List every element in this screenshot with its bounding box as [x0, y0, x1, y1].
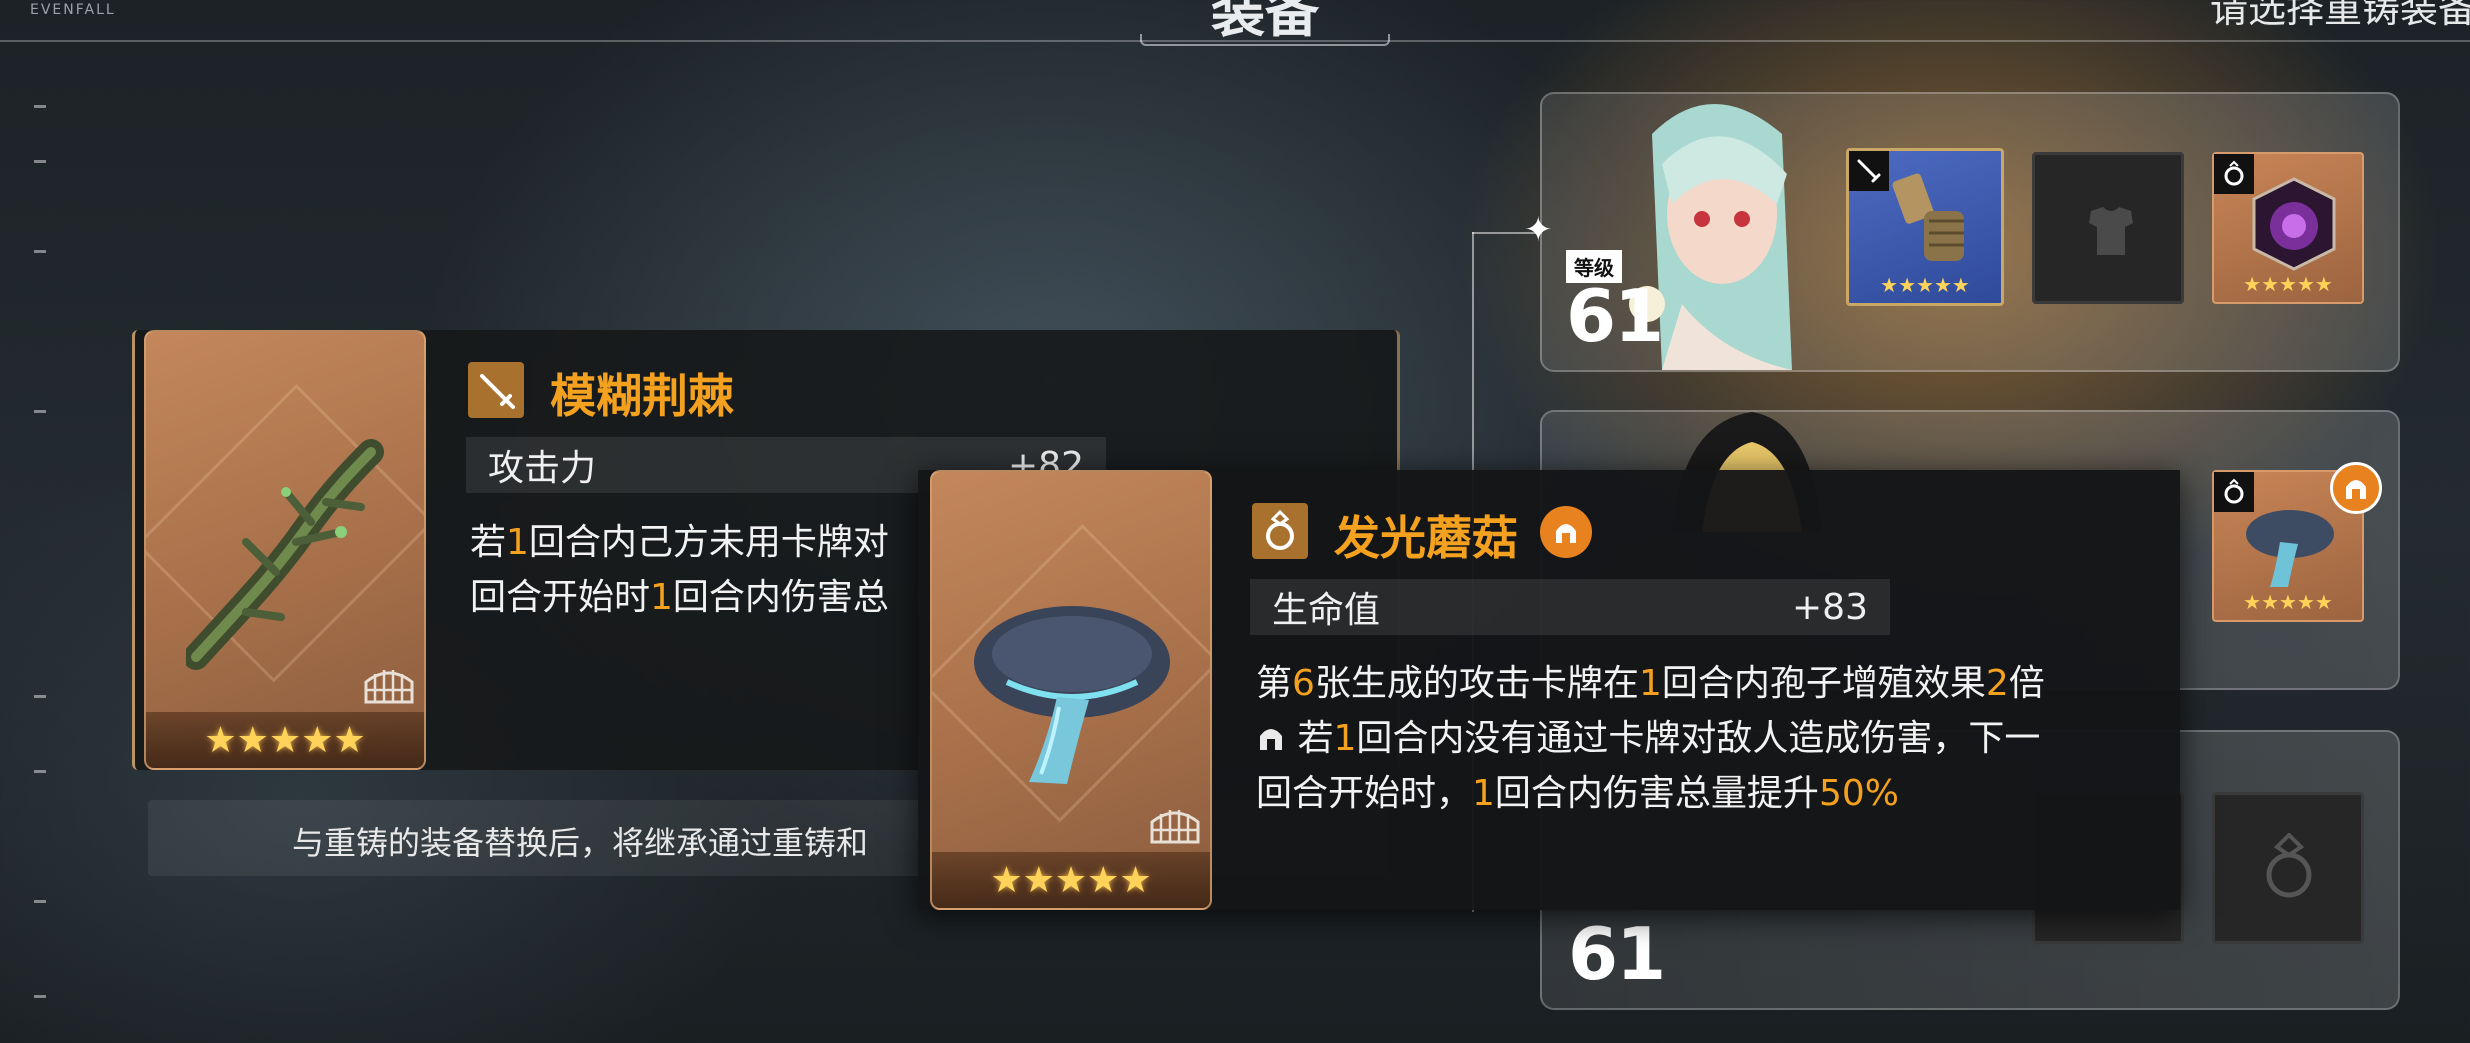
rarity-stars: ★★★★★ — [2243, 590, 2333, 614]
armor-slot-empty[interactable] — [2032, 152, 2184, 304]
character-row[interactable]: 等级 61 ★★★★★ ★★★★★ — [1540, 92, 2400, 372]
ring-icon — [1252, 503, 1308, 559]
side-tick — [34, 250, 46, 253]
armor-icon — [2089, 207, 2133, 255]
stat-value: +83 — [1792, 586, 1868, 628]
item-description: 若1回合内己方未用卡牌对 回合开始时1回合内伤害总 — [470, 522, 889, 618]
side-tick — [34, 995, 46, 998]
stat-label: 攻击力 — [488, 448, 597, 489]
helmet-icon — [2330, 462, 2382, 514]
cage-icon — [1150, 810, 1200, 844]
side-tick — [34, 410, 46, 413]
item-name: 模糊荆棘 — [550, 369, 734, 423]
level-number: 61 — [1568, 912, 1666, 996]
level-number: 61 — [1566, 274, 1664, 358]
stat-label: 生命值 — [1272, 590, 1381, 631]
item-description: 第6张生成的攻击卡牌在1回合内孢子增殖效果2倍 若1回合内没有通过卡牌对敌人造成… — [1256, 663, 2045, 814]
side-tick — [34, 770, 46, 773]
page-title: 装备 — [1211, 0, 1319, 44]
rarity-stars: ★★★★★ — [1880, 273, 1970, 297]
thorn-branch-icon — [186, 439, 384, 670]
item-card-thorn[interactable]: ★★★★★ — [144, 330, 426, 770]
rarity-stars: ★★★★★ — [2243, 272, 2333, 296]
game-logo: EVENFALL — [30, 2, 116, 18]
item-name: 发光蘑菇 — [1334, 511, 1518, 565]
side-tick — [34, 160, 46, 163]
page-hint: 请选择重铸装备 — [2210, 0, 2470, 31]
cube-icon — [2252, 177, 2336, 271]
stat-row-hp: 生命值 +83 — [1250, 579, 1890, 635]
side-tick — [34, 900, 46, 903]
helmet-icon — [1260, 729, 1282, 750]
item-card-mushroom[interactable]: ★★★★★ — [930, 470, 1212, 910]
inherit-note: 与重铸的装备替换后，将继承通过重铸和 — [292, 824, 869, 862]
side-tick — [34, 105, 46, 108]
cage-icon — [364, 670, 414, 704]
mushroom-icon — [2246, 510, 2334, 587]
gauntlet-icon — [1892, 173, 1964, 261]
weapon-slot[interactable]: ★★★★★ — [1846, 148, 2004, 306]
side-tick — [34, 695, 46, 698]
mushroom-icon — [974, 606, 1170, 784]
sword-icon — [468, 362, 524, 418]
rarity-stars: ★★★★★ — [932, 852, 1210, 908]
accessory-slot-empty[interactable] — [2212, 792, 2364, 944]
ring-icon — [2266, 833, 2312, 898]
rarity-stars: ★★★★★ — [146, 712, 424, 768]
accessory-slot[interactable]: ★★★★★ — [2212, 152, 2364, 304]
helmet-icon — [1540, 506, 1592, 558]
sword-icon — [1849, 151, 1889, 191]
